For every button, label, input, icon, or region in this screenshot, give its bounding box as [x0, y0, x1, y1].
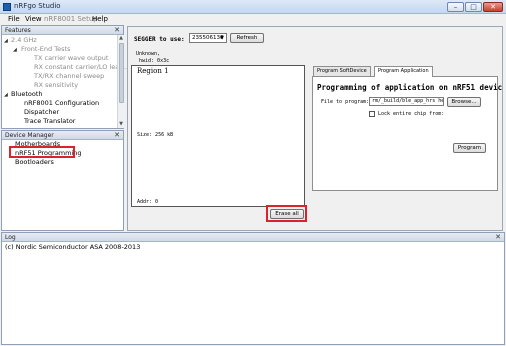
log-line: (c) Nordic Semiconductor ASA 2008-2013 [5, 243, 141, 251]
menu-help[interactable]: Help [92, 15, 108, 23]
device-hwid-text: hwid: 0x3c [139, 58, 170, 64]
tree-item-tx-carrier[interactable]: TX carrier wave output [34, 54, 108, 62]
close-button[interactable]: ✕ [483, 2, 503, 12]
close-icon[interactable]: ✕ [114, 26, 120, 35]
file-label: File to program: [321, 99, 370, 105]
device-unknown-text: Unknown, [136, 51, 161, 57]
log-panel: Log ✕ (c) Nordic Semiconductor ASA 2008-… [1, 232, 505, 345]
file-path-input[interactable]: rm/_build/ble_app_hrs hex [369, 97, 444, 106]
tree-item-2-4ghz[interactable]: 2.4 GHz [11, 36, 37, 44]
collapse-arrow-icon[interactable]: ◢ [4, 38, 8, 44]
tab-program-application[interactable]: Program Application [374, 66, 433, 77]
segger-dropdown[interactable]: 235506136 ▼ [189, 33, 227, 43]
features-panel: Features ✕ ◢ 2.4 GHz ◢ Front-End Tests T… [1, 25, 129, 129]
tree-item-front-end-tests[interactable]: Front-End Tests [21, 45, 70, 53]
collapse-arrow-icon[interactable]: ◢ [13, 47, 17, 53]
tree-item-nrf8001-config[interactable]: nRF8001 Configuration [24, 99, 99, 107]
menu-view[interactable]: View [25, 15, 42, 23]
log-title: Log [5, 234, 16, 241]
region-box: Region 1 Size: 256 kB Addr: 0 [131, 65, 305, 207]
chevron-down-icon: ▼ [220, 35, 224, 41]
program-tabs: Program SoftDevice Program Application P… [312, 66, 502, 191]
application-heading: Programming of application on nRF51 devi… [317, 83, 503, 92]
maximize-button[interactable]: □ [465, 2, 482, 12]
tree-item-rx-sensitivity[interactable]: RX sensitivity [34, 81, 78, 89]
highlight-box [266, 205, 307, 222]
program-button[interactable]: Program [453, 143, 486, 153]
tree-item-dispatcher[interactable]: Dispatcher [24, 108, 59, 116]
lock-checkbox[interactable] [369, 111, 375, 117]
app-icon [3, 3, 11, 11]
tree-item-bootloaders[interactable]: Bootloaders [15, 158, 54, 166]
device-manager-title: Device Manager [5, 132, 54, 139]
scroll-thumb[interactable] [119, 43, 124, 103]
segger-selected-value: 235506136 [192, 35, 224, 41]
device-manager-header: Device Manager ✕ [2, 131, 123, 140]
tab-program-softdevice[interactable]: Program SoftDevice [313, 66, 371, 76]
features-scrollbar[interactable]: ▲ ▼ [117, 35, 124, 128]
scroll-down-icon[interactable]: ▼ [118, 121, 124, 127]
region-size: Size: 256 kB [137, 132, 174, 138]
title-bar: nRFgo Studio – □ ✕ [0, 0, 506, 14]
tree-item-bluetooth[interactable]: Bluetooth [11, 90, 43, 98]
menu-file[interactable]: File [8, 15, 20, 23]
browse-button[interactable]: Browse... [447, 97, 481, 107]
menu-nrf8001-setup[interactable]: nRF8001 Setup [44, 15, 98, 23]
tree-item-txrx-sweep[interactable]: TX/RX channel sweep [34, 72, 104, 80]
features-header: Features ✕ [2, 26, 123, 35]
scroll-up-icon[interactable]: ▲ [118, 35, 124, 41]
lock-label: Lock entire chip from: [378, 111, 445, 117]
close-icon[interactable]: ✕ [114, 131, 120, 140]
tab-content: Programming of application on nRF51 devi… [312, 76, 502, 191]
refresh-button[interactable]: Refresh [230, 33, 264, 43]
region-title: Region 1 [137, 67, 169, 75]
tree-item-trace-translator[interactable]: Trace Translator [24, 117, 75, 125]
close-icon[interactable]: ✕ [495, 233, 501, 242]
region-addr: Addr: 0 [137, 199, 159, 205]
log-header: Log ✕ [2, 233, 504, 242]
segger-label: SEGGER to use: [134, 36, 185, 43]
window-title: nRFgo Studio [14, 2, 61, 10]
collapse-arrow-icon[interactable]: ◢ [4, 92, 8, 98]
minimize-button[interactable]: – [447, 2, 464, 12]
tree-item-rx-carrier[interactable]: RX constant carrier/LO leak... [34, 63, 129, 71]
features-title: Features [5, 27, 31, 34]
menu-bar: File View nRF8001 Setup Help [0, 14, 506, 24]
highlight-box [9, 146, 75, 158]
